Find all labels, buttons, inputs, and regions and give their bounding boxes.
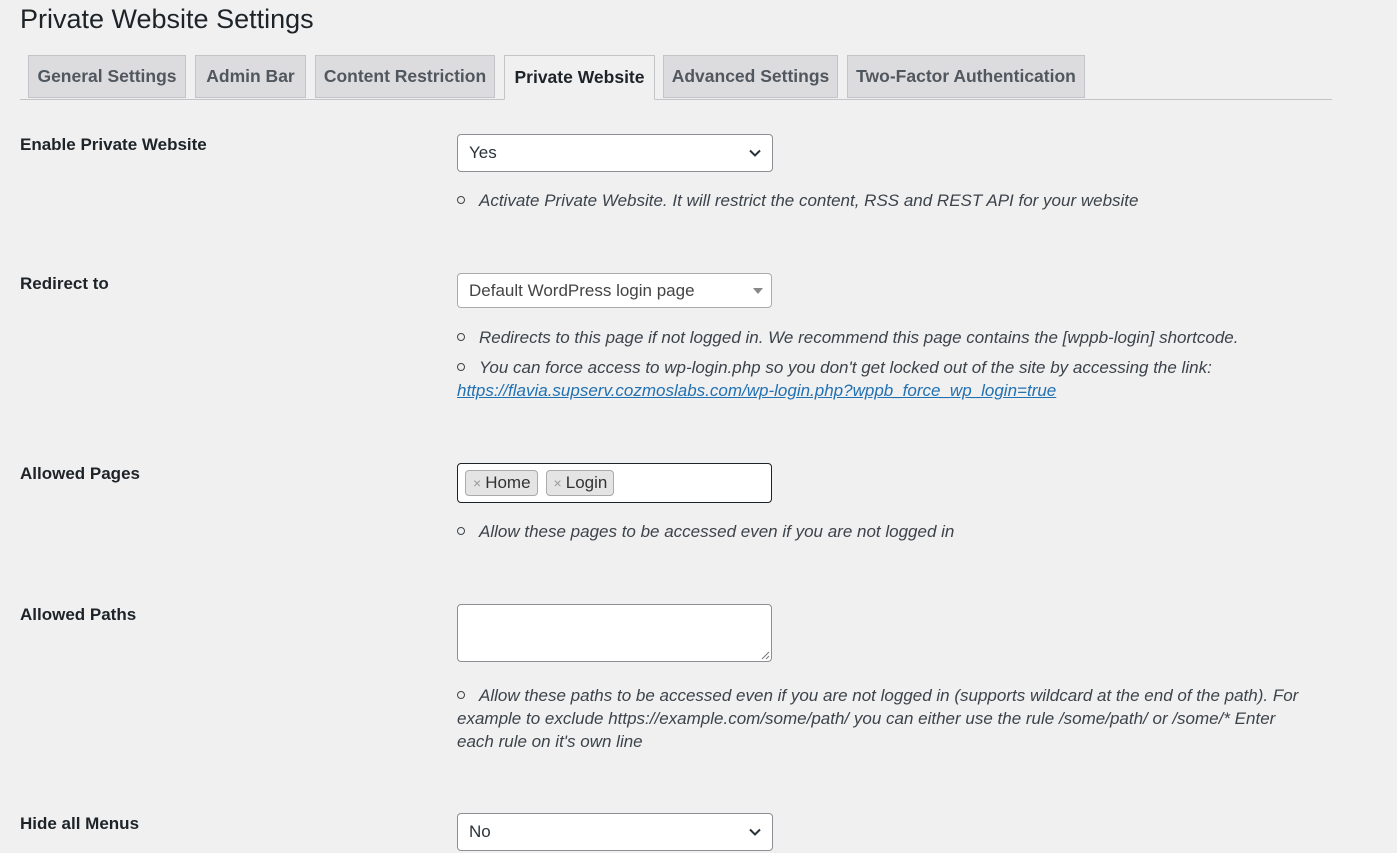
allowed-paths-label: Allowed Paths [20, 605, 137, 624]
allowed-pages-multiselect[interactable]: × Home × Login [457, 463, 772, 503]
allowed-page-chip: × Login [545, 470, 615, 496]
allowed-pages-label: Allowed Pages [20, 464, 140, 483]
chevron-down-icon [749, 149, 761, 157]
dropdown-arrow-icon [753, 288, 763, 294]
tab-content-restriction[interactable]: Content Restriction [315, 55, 495, 98]
tab-two-factor-authentication[interactable]: Two-Factor Authentication [847, 55, 1085, 98]
redirect-description-1: Redirects to this page if not logged in.… [457, 326, 1238, 349]
bullet-icon [457, 333, 465, 342]
hide-all-menus-select[interactable]: No [457, 813, 773, 851]
enable-private-website-description: Activate Private Website. It will restri… [457, 189, 1138, 212]
page-title: Private Website Settings [20, 4, 314, 34]
bullet-icon [457, 196, 465, 205]
redirect-to-label: Redirect to [20, 274, 109, 293]
tab-private-website[interactable]: Private Website [504, 55, 655, 100]
redirect-to-value: Default WordPress login page [469, 280, 695, 300]
tab-admin-bar[interactable]: Admin Bar [195, 55, 306, 98]
settings-tabs: General Settings Admin Bar Content Restr… [20, 55, 1332, 100]
redirect-description-2: You can force access to wp-login.php so … [457, 358, 1212, 400]
enable-private-website-select[interactable]: Yes [457, 134, 773, 172]
allowed-paths-description: Allow these paths to be accessed even if… [457, 686, 1299, 751]
bullet-icon [457, 691, 465, 700]
remove-chip-icon[interactable]: × [554, 475, 562, 491]
resize-handle-icon[interactable] [760, 650, 770, 660]
hide-all-menus-value: No [469, 822, 491, 841]
bullet-icon [457, 363, 465, 372]
force-login-link[interactable]: https://flavia.supserv.cozmoslabs.com/wp… [457, 381, 1056, 400]
allowed-pages-description: Allow these pages to be accessed even if… [457, 520, 954, 543]
bullet-icon [457, 527, 465, 536]
enable-private-website-value: Yes [469, 143, 497, 162]
remove-chip-icon[interactable]: × [473, 475, 481, 491]
enable-private-website-label: Enable Private Website [20, 135, 207, 154]
allowed-page-chip: × Home [465, 470, 538, 496]
allowed-paths-textarea[interactable] [457, 604, 772, 662]
redirect-to-select[interactable]: Default WordPress login page [457, 273, 772, 308]
tab-general-settings[interactable]: General Settings [28, 55, 186, 98]
tab-advanced-settings[interactable]: Advanced Settings [663, 55, 838, 98]
hide-all-menus-label: Hide all Menus [20, 814, 140, 833]
chevron-down-icon [749, 828, 761, 836]
